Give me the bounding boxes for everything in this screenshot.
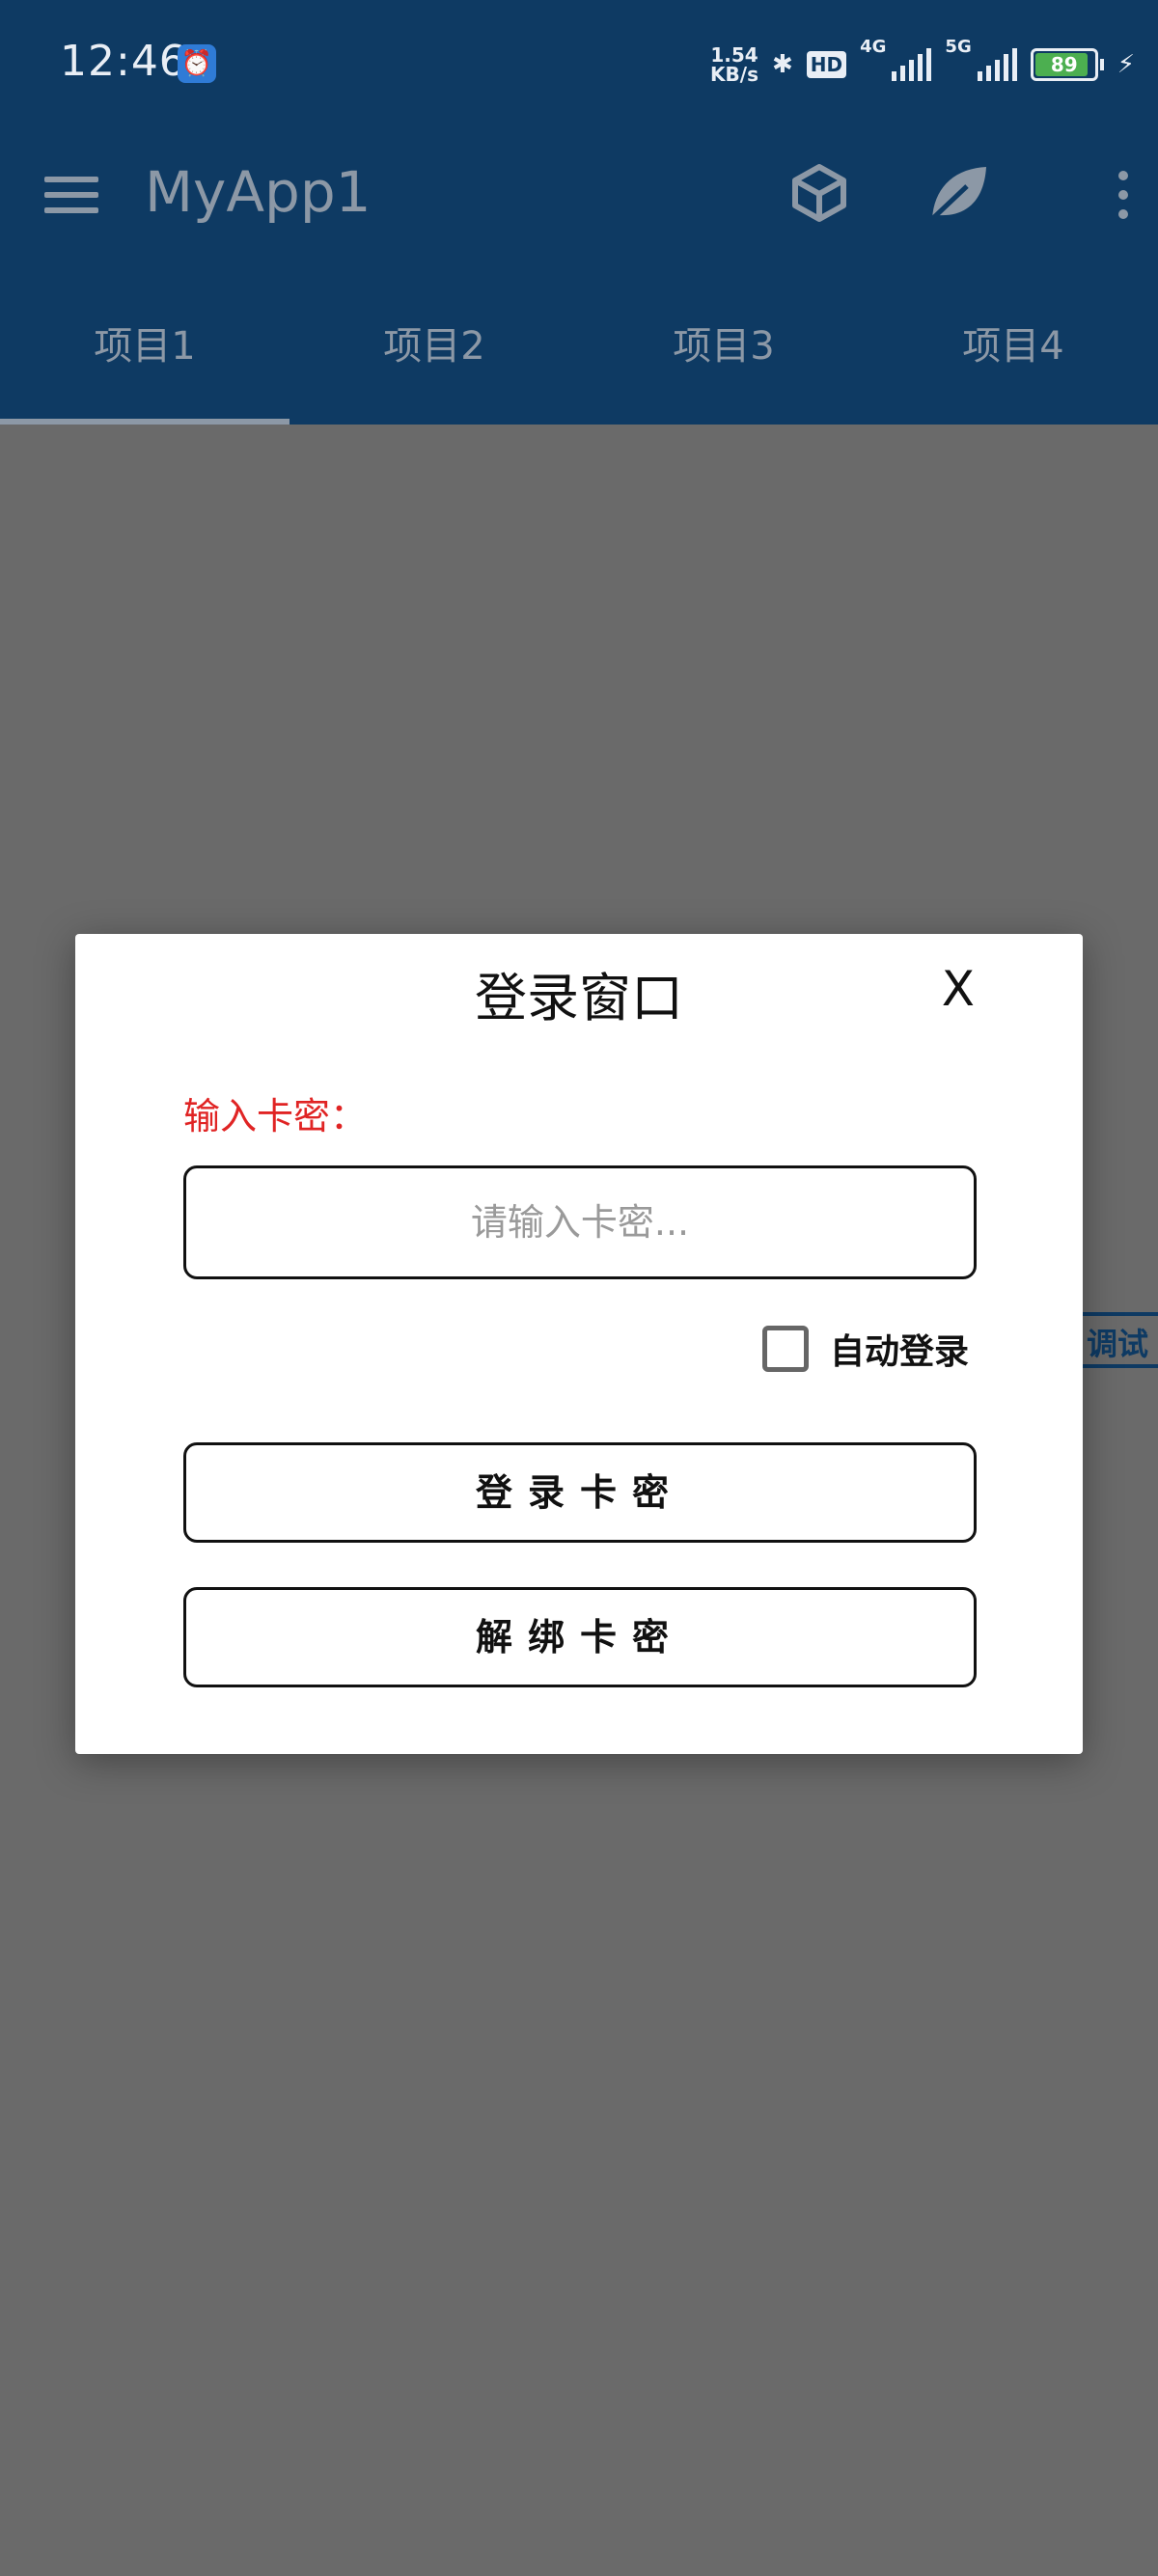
app-title: MyApp1 [145, 159, 372, 225]
auto-login-checkbox[interactable] [761, 1326, 809, 1372]
cube-icon[interactable] [786, 159, 853, 227]
net-speed-unit: KB/s [710, 63, 758, 86]
battery-icon: 89 [1030, 48, 1098, 81]
auto-login-label: 自动登录 [829, 1332, 969, 1372]
network-type-4g: 4G [860, 37, 887, 57]
login-dialog: 登录窗口 X 输入卡密： 自动登录 登录卡密 解绑卡密 [75, 934, 1083, 1754]
signal-strength-icon [892, 48, 932, 81]
tab-indicator [0, 419, 290, 425]
close-button[interactable]: X [942, 961, 975, 1017]
menu-icon[interactable] [44, 177, 98, 213]
network-type-5g: 5G [945, 37, 972, 57]
card-key-label: 输入卡密： [183, 1095, 368, 1137]
status-bar: 12:46 ⏰ 1.54 KB/s ✱ HD 4G 5G 89 ⚡ [0, 0, 1158, 130]
status-indicators: 1.54 KB/s ✱ HD 4G 5G 89 ⚡ [710, 37, 1135, 89]
net-speed: 1.54 KB/s [710, 45, 758, 84]
auto-login-toggle[interactable]: 自动登录 [761, 1324, 969, 1374]
tab-1[interactable]: 项目1 [0, 258, 290, 425]
tab-3[interactable]: 项目3 [579, 258, 868, 425]
leaf-icon[interactable] [924, 159, 992, 227]
tab-4[interactable]: 项目4 [868, 258, 1158, 425]
hd-voice-icon: HD [806, 51, 847, 78]
charging-icon: ⚡ [1117, 50, 1135, 79]
alarm-app-icon: ⏰ [178, 44, 216, 83]
login-card-button[interactable]: 登录卡密 [183, 1442, 977, 1543]
more-vert-icon[interactable] [1114, 171, 1133, 229]
bluetooth-icon: ✱ [771, 50, 793, 79]
app-bar: MyApp1 [0, 130, 1158, 258]
battery-percent: 89 [1050, 53, 1078, 76]
signal-strength-icon-2 [977, 48, 1017, 81]
dialog-title: 登录窗口 [475, 968, 683, 1028]
unbind-card-button[interactable]: 解绑卡密 [183, 1587, 977, 1687]
status-time: 12:46 [60, 37, 187, 86]
tab-bar: 项目1 项目2 项目3 项目4 [0, 258, 1158, 425]
tab-2[interactable]: 项目2 [290, 258, 579, 425]
net-speed-value: 1.54 [710, 43, 758, 67]
card-key-input[interactable] [183, 1165, 977, 1279]
